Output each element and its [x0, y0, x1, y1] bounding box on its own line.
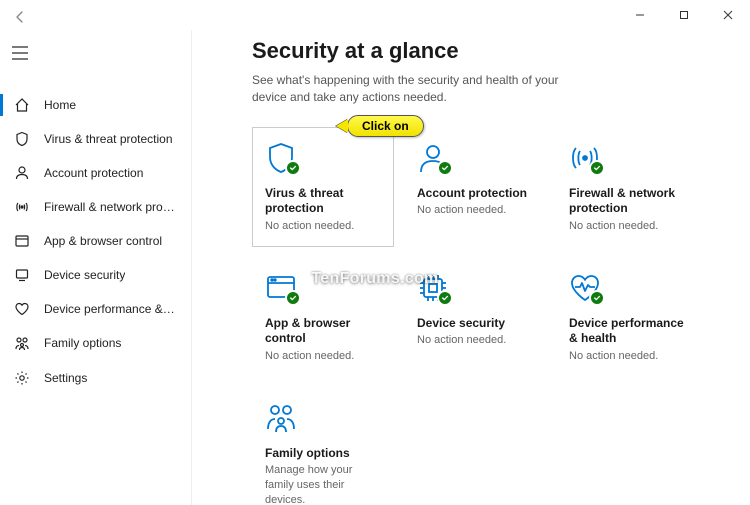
- sidebar-item-label: Device security: [44, 268, 125, 282]
- sidebar-item-label: Family options: [44, 336, 121, 350]
- card-firewall-network[interactable]: Firewall & network protection No action …: [556, 127, 698, 247]
- gear-icon: [14, 370, 30, 386]
- card-app-browser-control[interactable]: App & browser control No action needed.: [252, 257, 394, 377]
- content-area: Security at a glance See what's happenin…: [192, 30, 750, 505]
- shield-icon: [14, 131, 30, 147]
- person-icon: [14, 165, 30, 181]
- card-icon-wrap: [265, 272, 305, 306]
- card-subtitle: No action needed.: [265, 349, 381, 364]
- status-ok-icon: [285, 290, 301, 306]
- card-device-performance-health[interactable]: Device performance & health No action ne…: [556, 257, 698, 377]
- status-ok-icon: [437, 160, 453, 176]
- card-subtitle: No action needed.: [569, 349, 685, 364]
- sidebar-item-label: Virus & threat protection: [44, 132, 173, 146]
- callout-arrow-icon: [336, 119, 348, 133]
- sidebar-item-device-performance[interactable]: Device performance & health: [0, 292, 191, 326]
- card-subtitle: No action needed.: [265, 219, 381, 234]
- status-ok-icon: [437, 290, 453, 306]
- home-icon: [14, 97, 30, 113]
- card-icon-wrap: [417, 272, 457, 306]
- card-icon-wrap: [417, 142, 457, 176]
- sidebar-item-label: Settings: [44, 371, 87, 385]
- family-icon: [14, 335, 30, 351]
- sidebar-item-settings[interactable]: Settings: [0, 360, 191, 396]
- sidebar-item-label: Firewall & network protection: [44, 200, 177, 214]
- sidebar-item-account-protection[interactable]: Account protection: [0, 156, 191, 190]
- card-title: Virus & threat protection: [265, 186, 381, 217]
- status-ok-icon: [285, 160, 301, 176]
- sidebar-item-family-options[interactable]: Family options: [0, 326, 191, 360]
- card-grid: Virus & threat protection No action need…: [252, 127, 722, 505]
- sidebar-item-label: App & browser control: [44, 234, 162, 248]
- annotation-callout: Click on: [336, 115, 424, 137]
- antenna-icon: [14, 199, 30, 215]
- hamburger-menu-button[interactable]: [0, 36, 40, 70]
- card-subtitle: No action needed.: [417, 203, 533, 218]
- sidebar-item-label: Home: [44, 98, 76, 112]
- device-security-icon: [14, 267, 30, 283]
- window-close-button[interactable]: [706, 0, 750, 30]
- sidebar-bottom: Settings: [0, 360, 191, 505]
- sidebar-nav: Home Virus & threat protection Account p…: [0, 88, 191, 360]
- card-device-security[interactable]: Device security No action needed.: [404, 257, 546, 377]
- card-subtitle: Manage how your family uses their device…: [265, 463, 381, 505]
- card-icon-wrap: [569, 272, 609, 306]
- sidebar-item-virus-threat[interactable]: Virus & threat protection: [0, 122, 191, 156]
- window-maximize-button[interactable]: [662, 0, 706, 30]
- sidebar: Home Virus & threat protection Account p…: [0, 30, 192, 505]
- window-minimize-button[interactable]: [618, 0, 662, 30]
- card-virus-threat-protection[interactable]: Virus & threat protection No action need…: [252, 127, 394, 247]
- status-ok-icon: [589, 160, 605, 176]
- card-icon-wrap: [265, 402, 305, 436]
- card-subtitle: No action needed.: [569, 219, 685, 234]
- page-title: Security at a glance: [252, 38, 722, 64]
- back-button[interactable]: [0, 2, 40, 32]
- card-title: App & browser control: [265, 316, 381, 347]
- family-icon: [265, 402, 297, 434]
- app-browser-icon: [14, 233, 30, 249]
- status-ok-icon: [589, 290, 605, 306]
- card-family-options[interactable]: Family options Manage how your family us…: [252, 387, 394, 505]
- sidebar-item-firewall-network[interactable]: Firewall & network protection: [0, 190, 191, 224]
- callout-text: Click on: [347, 115, 424, 137]
- sidebar-item-label: Device performance & health: [44, 302, 177, 316]
- card-title: Account protection: [417, 186, 533, 202]
- sidebar-item-device-security[interactable]: Device security: [0, 258, 191, 292]
- card-subtitle: No action needed.: [417, 333, 533, 348]
- page-subtitle: See what's happening with the security a…: [252, 72, 562, 107]
- card-icon-wrap: [265, 142, 305, 176]
- sidebar-item-home[interactable]: Home: [0, 88, 191, 122]
- window-titlebar: [0, 0, 750, 30]
- sidebar-item-app-browser[interactable]: App & browser control: [0, 224, 191, 258]
- card-icon-wrap: [569, 142, 609, 176]
- card-title: Device performance & health: [569, 316, 685, 347]
- card-title: Family options: [265, 446, 381, 462]
- card-account-protection[interactable]: Account protection No action needed.: [404, 127, 546, 247]
- sidebar-item-label: Account protection: [44, 166, 143, 180]
- card-title: Firewall & network protection: [569, 186, 685, 217]
- heart-icon: [14, 301, 30, 317]
- card-title: Device security: [417, 316, 533, 332]
